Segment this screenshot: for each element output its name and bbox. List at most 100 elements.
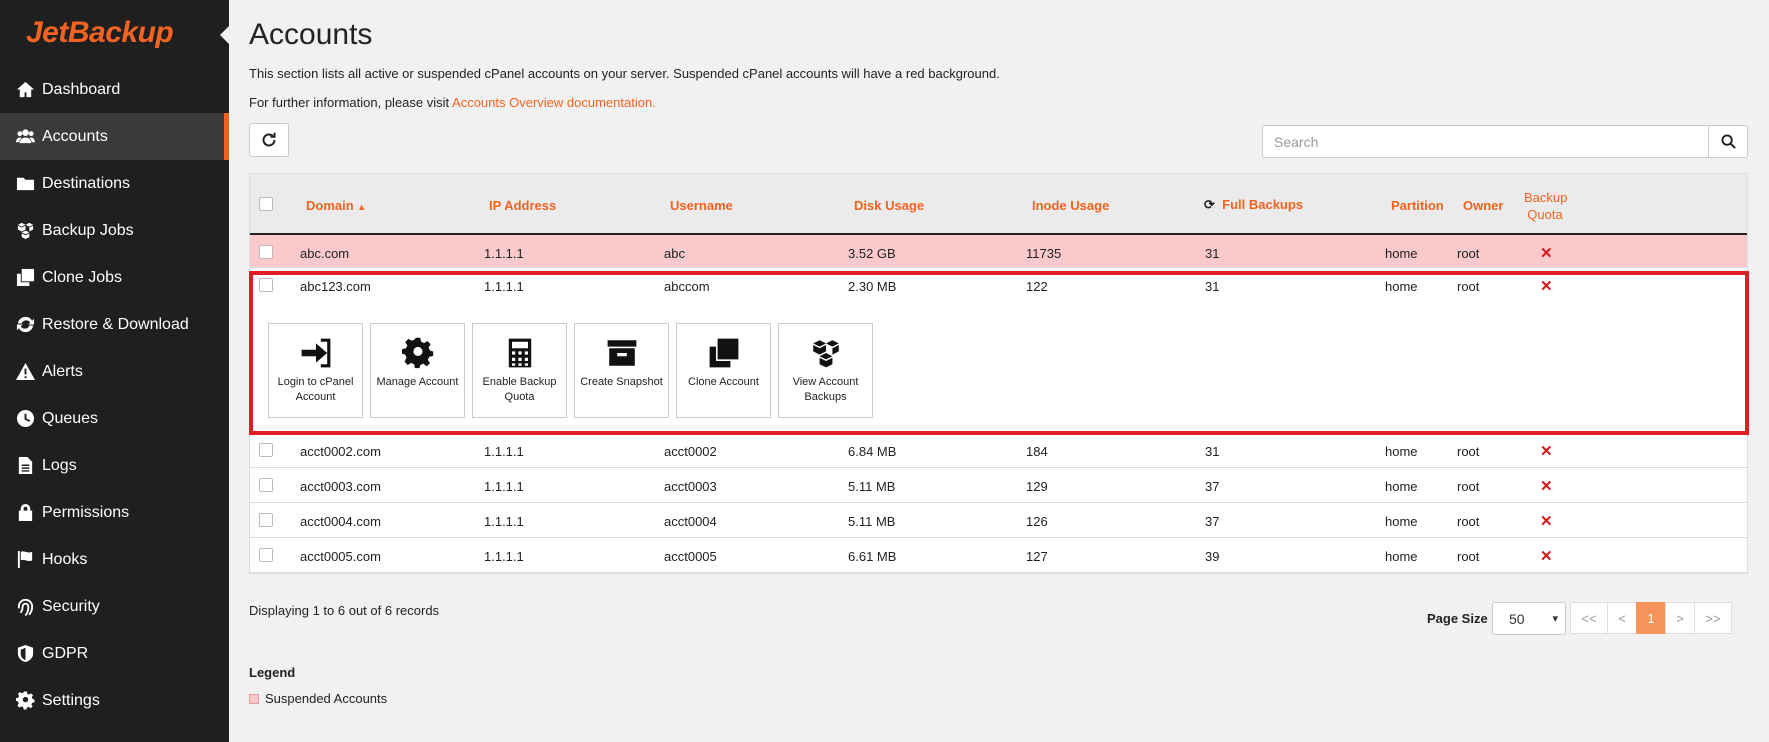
select-all-checkbox[interactable] — [259, 197, 273, 211]
cell-username: acct0002 — [664, 444, 717, 459]
quota-disabled-icon[interactable]: ✕ — [1540, 442, 1553, 460]
quota-disabled-icon[interactable]: ✕ — [1540, 477, 1553, 495]
cell-disk: 5.11 MB — [848, 479, 896, 494]
cell-disk: 6.84 MB — [848, 444, 897, 459]
row-checkbox[interactable] — [259, 443, 273, 457]
search-button[interactable] — [1708, 125, 1748, 158]
main-content: Accounts This section lists all active o… — [249, 0, 1749, 706]
table-row[interactable]: abc.com 1.1.1.1 abc 3.52 GB 11735 31 home root ✕ — [250, 235, 1747, 268]
pager-prev[interactable]: < — [1607, 602, 1637, 634]
logo[interactable]: JetBackup — [0, 0, 229, 66]
page-size-label: Page Size — [1427, 611, 1488, 626]
sidebar-item-gdpr[interactable]: GDPR — [0, 630, 229, 677]
cell-domain[interactable]: acct0002.com — [300, 444, 381, 459]
refresh-button[interactable] — [249, 123, 289, 157]
col-partition[interactable]: Partition — [1391, 198, 1444, 213]
cell-owner: root — [1457, 279, 1480, 294]
lock-icon — [18, 503, 32, 522]
action-label: View Account Backups — [792, 376, 859, 403]
table-row[interactable]: abc123.com 1.1.1.1 abccom 2.30 MB 122 31 home r… — [250, 268, 1747, 303]
cell-partition: home — [1385, 279, 1418, 294]
search-input[interactable]: Search — [1262, 125, 1709, 158]
sidebar-item-label: Alerts — [42, 362, 83, 380]
action-enable-backup-quota-button[interactable]: Enable Backup Quota — [472, 323, 567, 418]
sidebar-item-label: Dashboard — [42, 80, 121, 98]
quota-disabled-icon[interactable]: ✕ — [1540, 547, 1553, 565]
col-full-backups[interactable]: ⟳ Full Backups — [1204, 197, 1303, 213]
action-label: Clone Account — [688, 376, 759, 388]
row-checkbox[interactable] — [259, 245, 273, 259]
pager-first[interactable]: << — [1570, 602, 1608, 634]
documentation-link[interactable]: Accounts Overview documentation. — [452, 95, 656, 110]
sidebar-item-queues[interactable]: Queues — [0, 395, 229, 442]
col-disk[interactable]: Disk Usage — [854, 198, 924, 213]
sidebar-item-alerts[interactable]: Alerts — [0, 348, 229, 395]
action-login-to-cpanel-account-button[interactable]: Login to cPanel Account — [268, 323, 363, 418]
refresh-icon — [262, 132, 276, 147]
sidebar-item-logs[interactable]: Logs — [0, 442, 229, 489]
suspended-swatch — [249, 693, 259, 704]
col-domain[interactable]: Domain ▲ — [306, 198, 366, 213]
sidebar-item-label: Backup Jobs — [42, 221, 134, 239]
pagination: << <1 > >> — [1570, 602, 1732, 634]
cell-owner: root — [1457, 444, 1480, 459]
warning-icon — [15, 362, 35, 381]
cell-partition: home — [1385, 514, 1418, 529]
quota-disabled-icon[interactable]: ✕ — [1540, 244, 1553, 262]
sidebar-item-dashboard[interactable]: Dashboard — [0, 66, 229, 113]
row-checkbox[interactable] — [259, 548, 273, 562]
col-ip[interactable]: IP Address — [489, 198, 556, 213]
sidebar-notch — [220, 26, 229, 44]
pager-last[interactable]: >> — [1694, 602, 1732, 634]
cell-full-backups: 37 — [1205, 479, 1220, 494]
pager-next[interactable]: > — [1665, 602, 1695, 634]
action-clone-account-button[interactable]: Clone Account — [676, 323, 771, 418]
sidebar-item-settings[interactable]: Settings — [0, 677, 229, 724]
cell-partition: home — [1385, 246, 1418, 261]
cell-ip: 1.1.1.1 — [484, 444, 524, 459]
cell-domain[interactable]: acct0003.com — [300, 479, 381, 494]
clone-icon — [709, 338, 738, 368]
sidebar-item-permissions[interactable]: Permissions — [0, 489, 229, 536]
col-owner[interactable]: Owner — [1463, 198, 1503, 213]
cubes-icon — [17, 222, 33, 240]
cell-domain[interactable]: abc.com — [300, 246, 349, 261]
cell-domain[interactable]: acct0004.com — [300, 514, 381, 529]
sidebar-item-clone-jobs[interactable]: Clone Jobs — [0, 254, 229, 301]
table-row[interactable]: acct0002.com 1.1.1.1 acct0002 6.84 MB 184 31 h… — [250, 433, 1747, 468]
cell-partition: home — [1385, 444, 1418, 459]
action-view-account-backups-button[interactable]: View Account Backups — [778, 323, 873, 418]
table-row[interactable]: acct0005.com 1.1.1.1 acct0005 6.61 MB 127 39 h… — [250, 538, 1747, 573]
col-backup-quota[interactable]: Backup Quota — [1524, 189, 1567, 223]
sidebar-item-restore-download[interactable]: Restore & Download — [0, 301, 229, 348]
col-username[interactable]: Username — [670, 198, 733, 213]
sidebar-item-label: GDPR — [42, 644, 89, 662]
row-checkbox[interactable] — [259, 513, 273, 527]
sidebar-item-security[interactable]: Security — [0, 583, 229, 630]
sidebar-item-accounts[interactable]: Accounts — [0, 113, 229, 160]
cell-domain[interactable]: acct0005.com — [300, 549, 381, 564]
action-create-snapshot-button[interactable]: Create Snapshot — [574, 323, 669, 418]
table-row[interactable]: acct0003.com 1.1.1.1 acct0003 5.11 MB 129 37 h… — [250, 468, 1747, 503]
row-checkbox[interactable] — [259, 478, 273, 492]
cell-domain[interactable]: abc123.com — [300, 279, 371, 294]
cell-disk: 6.61 MB — [848, 549, 897, 564]
cell-inode: 126 — [1026, 514, 1048, 529]
col-inode[interactable]: Inode Usage — [1032, 198, 1109, 213]
quota-disabled-icon[interactable]: ✕ — [1540, 512, 1553, 530]
page-size-select[interactable]: 50 — [1492, 602, 1566, 635]
action-manage-account-button[interactable]: Manage Account — [370, 323, 465, 418]
sync-icon — [16, 316, 34, 333]
accounts-table: Domain ▲ IP Address Username Disk Usage … — [249, 173, 1748, 574]
pager-page-1[interactable]: 1 — [1636, 602, 1666, 634]
cell-owner: root — [1457, 514, 1480, 529]
flag-icon — [17, 550, 32, 569]
cell-full-backups: 31 — [1205, 279, 1220, 294]
sidebar-item-hooks[interactable]: Hooks — [0, 536, 229, 583]
sidebar-item-destinations[interactable]: Destinations — [0, 160, 229, 207]
page-title: Accounts — [249, 18, 373, 51]
table-row[interactable]: acct0004.com 1.1.1.1 acct0004 5.11 MB 126 37 h… — [250, 503, 1747, 538]
row-checkbox[interactable] — [259, 278, 273, 292]
sidebar-item-backup-jobs[interactable]: Backup Jobs — [0, 207, 229, 254]
quota-disabled-icon[interactable]: ✕ — [1540, 277, 1553, 295]
